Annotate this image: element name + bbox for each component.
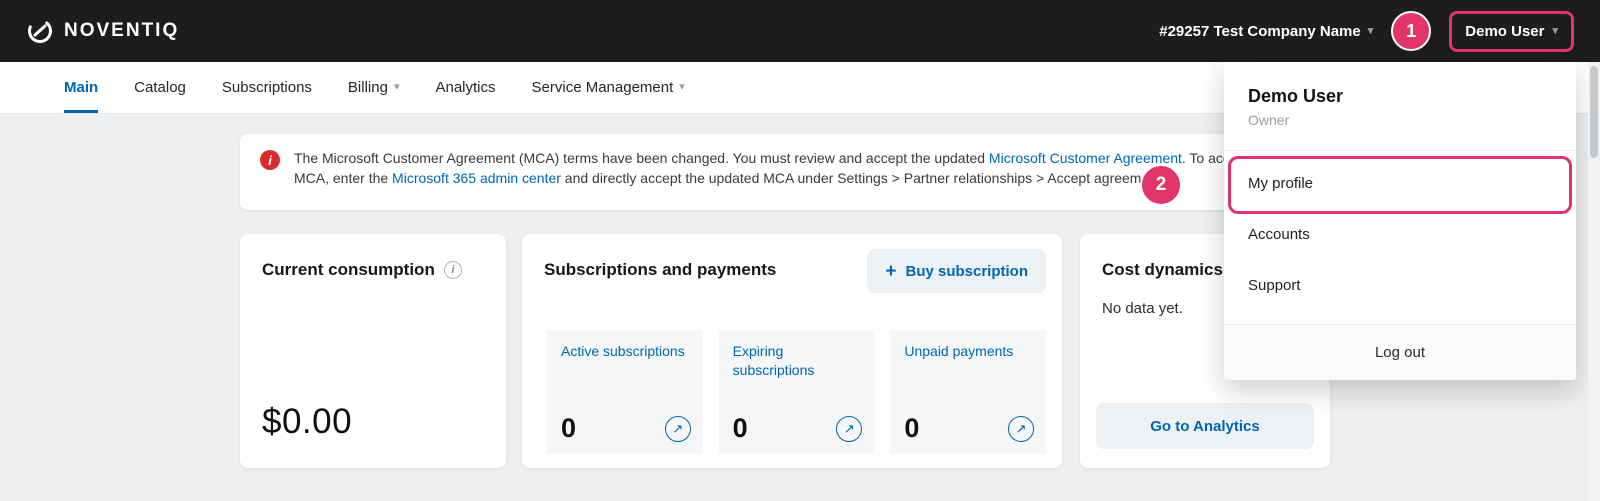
dropdown-divider	[1224, 150, 1576, 151]
top-header: NOVENTIQ #29257 Test Company Name ▾ 1 De…	[0, 0, 1600, 62]
dropdown-user-role: Owner	[1248, 112, 1289, 128]
chevron-down-icon: ▾	[394, 82, 400, 93]
chevron-down-icon: ▾	[1368, 26, 1374, 37]
subscriptions-card-title: Subscriptions and payments	[544, 260, 776, 280]
logout-button[interactable]: Log out	[1224, 325, 1576, 380]
subscriptions-payments-card: Subscriptions and payments + Buy subscri…	[522, 234, 1062, 468]
tile-value: 0	[561, 413, 576, 444]
open-arrow-icon[interactable]: ↗	[836, 416, 862, 442]
noventiq-logo-icon	[26, 17, 54, 45]
chevron-down-icon: ▾	[1552, 26, 1558, 37]
cost-empty-text: No data yet.	[1102, 300, 1183, 317]
buy-subscription-button[interactable]: + Buy subscription	[867, 249, 1046, 293]
go-to-analytics-button[interactable]: Go to Analytics	[1096, 403, 1314, 449]
user-dropdown-menu: Demo User Owner My profile Accounts Supp…	[1224, 62, 1576, 380]
current-consumption-card: Current consumption i $0.00	[240, 234, 506, 468]
nav-item-billing[interactable]: Billing▾	[348, 62, 400, 113]
open-arrow-icon[interactable]: ↗	[1008, 416, 1034, 442]
nav-item-main[interactable]: Main	[64, 62, 98, 113]
dropdown-footer: Log out	[1224, 324, 1576, 380]
annotation-step-2-badge: 2	[1140, 164, 1182, 206]
nav-item-subscriptions[interactable]: Subscriptions	[222, 62, 312, 113]
cost-dynamics-title: Cost dynamics	[1102, 260, 1223, 280]
subscription-tiles: Active subscriptions 0 ↗ Expiring subscr…	[547, 330, 1046, 454]
unpaid-payments-tile[interactable]: Unpaid payments 0 ↗	[890, 330, 1046, 454]
logo-text: NOVENTIQ	[64, 20, 179, 42]
scrollbar-thumb[interactable]	[1590, 66, 1598, 158]
menu-item-accounts[interactable]: Accounts	[1224, 209, 1576, 260]
current-consumption-title: Current consumption i	[262, 260, 462, 280]
header-right: #29257 Test Company Name ▾ 1 Demo User ▾	[1159, 11, 1574, 52]
plus-icon: +	[885, 262, 896, 281]
company-selector-label: #29257 Test Company Name	[1159, 23, 1360, 40]
expiring-subscriptions-tile[interactable]: Expiring subscriptions 0 ↗	[719, 330, 875, 454]
scrollbar	[1588, 62, 1600, 501]
nav-item-analytics[interactable]: Analytics	[435, 62, 495, 113]
info-icon[interactable]: i	[444, 261, 462, 279]
alert-info-icon: i	[260, 150, 280, 170]
noventiq-logo: NOVENTIQ	[26, 17, 179, 45]
m365-admin-center-link[interactable]: Microsoft 365 admin center	[392, 170, 561, 186]
tile-label: Active subscriptions	[561, 342, 689, 361]
chevron-down-icon: ▾	[679, 82, 685, 93]
tile-value: 0	[733, 413, 748, 444]
dropdown-user-name: Demo User	[1248, 86, 1343, 107]
menu-item-my-profile[interactable]: My profile	[1224, 158, 1576, 209]
user-menu-label: Demo User	[1465, 23, 1544, 40]
app-frame: NOVENTIQ #29257 Test Company Name ▾ 1 De…	[0, 0, 1600, 501]
user-menu-button[interactable]: Demo User ▾	[1449, 11, 1574, 52]
tile-value: 0	[904, 413, 919, 444]
consumption-value: $0.00	[262, 402, 352, 442]
open-arrow-icon[interactable]: ↗	[665, 416, 691, 442]
tile-label: Unpaid payments	[904, 342, 1032, 361]
nav-item-service-management[interactable]: Service Management▾	[532, 62, 685, 113]
active-subscriptions-tile[interactable]: Active subscriptions 0 ↗	[547, 330, 703, 454]
dropdown-menu-items: My profile Accounts Support	[1224, 158, 1576, 311]
menu-item-support[interactable]: Support	[1224, 260, 1576, 311]
nav-item-catalog[interactable]: Catalog	[134, 62, 186, 113]
annotation-step-1-badge: 1	[1391, 11, 1431, 51]
tile-label: Expiring subscriptions	[733, 342, 861, 380]
mca-agreement-link[interactable]: Microsoft Customer Agreement	[989, 150, 1182, 166]
company-selector[interactable]: #29257 Test Company Name ▾	[1159, 23, 1373, 40]
